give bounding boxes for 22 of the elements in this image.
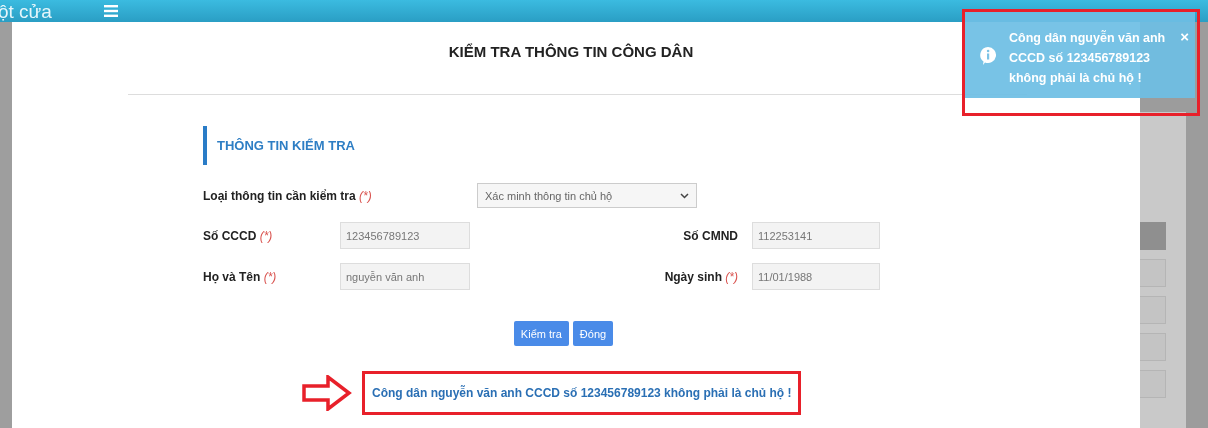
input-field[interactable]: 112253141: [752, 222, 880, 249]
close-button[interactable]: Đóng: [572, 321, 614, 346]
close-icon[interactable]: ×: [1180, 30, 1189, 44]
field-label: Ngày sinh (*): [663, 269, 739, 284]
menu-icon[interactable]: [103, 5, 118, 17]
arrow-right-icon: [302, 375, 352, 411]
toast-message: Công dân nguyễn văn anh CCCD số 123456789123 không phải là chủ hộ !: [1009, 29, 1167, 87]
field-label: Số CCCD (*): [203, 228, 274, 243]
check-button[interactable]: Kiểm tra: [513, 321, 569, 346]
background-bar: [1140, 222, 1166, 250]
field-label: Số CMND: [682, 228, 739, 243]
info-icon: [979, 46, 997, 66]
field-label: Họ và Tên (*): [203, 269, 278, 284]
input-field[interactable]: 123456789123: [340, 222, 470, 249]
modal-title: KIỂM TRA THÔNG TIN CÔNG DÂN: [448, 43, 694, 60]
check-type-select[interactable]: Xác minh thông tin chủ hộ: [477, 183, 697, 208]
field-label: Loại thông tin cần kiểm tra (*): [203, 188, 373, 203]
input-field[interactable]: nguyễn văn anh: [340, 263, 470, 290]
input-field[interactable]: 11/01/1988: [752, 263, 880, 290]
section-title: THÔNG TIN KIỂM TRA: [203, 126, 880, 165]
result-message: Công dân nguyễn văn anh CCCD số 123456789123 không phải là chủ hộ !: [362, 371, 802, 415]
chevron-down-icon: [680, 192, 689, 199]
